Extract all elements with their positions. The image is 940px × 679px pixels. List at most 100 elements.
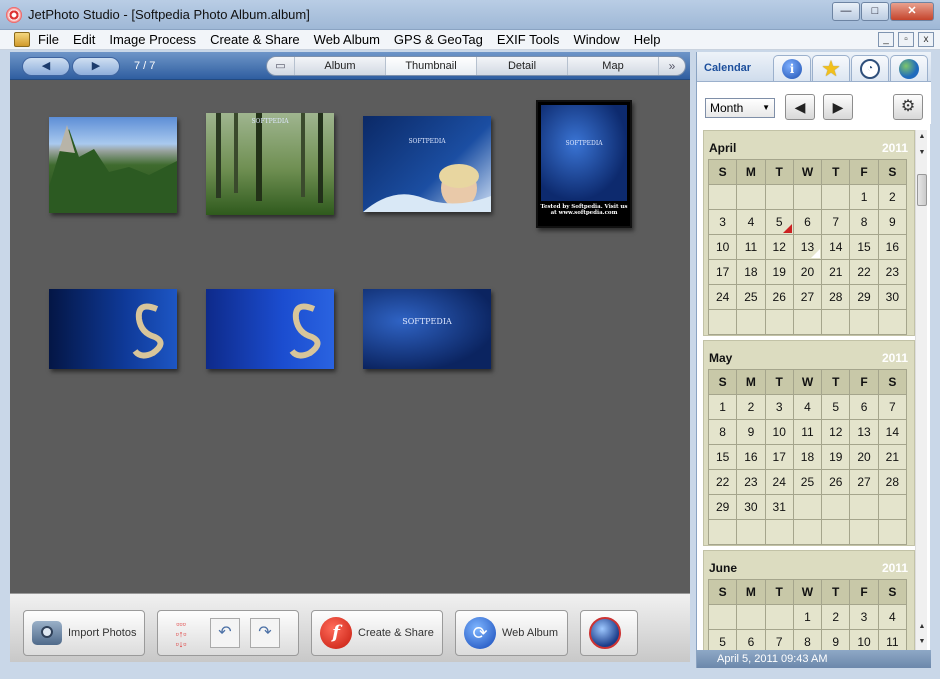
calendar-day[interactable]: 25 (736, 284, 766, 310)
calendar-day[interactable]: 8 (792, 629, 823, 650)
menu-edit[interactable]: Edit (73, 32, 95, 47)
calendar-day[interactable]: 26 (764, 284, 794, 310)
panel-toggle-icon[interactable]: ▭ (267, 57, 295, 75)
menu-file[interactable]: File (38, 32, 59, 47)
calendar-day[interactable]: 2 (877, 184, 908, 210)
calendar-day[interactable]: 5 (707, 629, 738, 650)
calendar-day[interactable]: 6 (736, 629, 766, 650)
calendar-day[interactable]: 5 (764, 209, 794, 235)
previous-album-button[interactable]: ◀ (22, 57, 70, 76)
calendar-day[interactable]: 8 (707, 419, 738, 445)
tab-detail[interactable]: Detail (477, 57, 568, 75)
calendar-day[interactable]: 11 (877, 629, 908, 650)
calendar-day[interactable]: 30 (877, 284, 908, 310)
photo-thumbnail[interactable] (49, 117, 177, 213)
calendar-day[interactable]: 25 (792, 469, 823, 495)
menu-help[interactable]: Help (634, 32, 661, 47)
calendar-day[interactable]: 21 (821, 259, 851, 285)
tab-calendar[interactable]: Calendar (704, 62, 751, 74)
calendar-day[interactable]: 4 (736, 209, 766, 235)
app-icon[interactable] (6, 7, 22, 23)
mdi-restore-button[interactable]: ▫ (898, 32, 914, 47)
calendar-day[interactable]: 3 (707, 209, 738, 235)
menu-create-share[interactable]: Create & Share (210, 32, 300, 47)
calendar-day[interactable]: 13 (849, 419, 879, 445)
calendar-day[interactable]: 3 (849, 604, 879, 630)
calendar-day[interactable]: 23 (877, 259, 908, 285)
calendar-day[interactable]: 5 (821, 394, 851, 420)
calendar-day[interactable]: 28 (877, 469, 908, 495)
calendar-view-select[interactable]: Month ▼ (705, 98, 775, 118)
calendar-day[interactable]: 22 (707, 469, 738, 495)
tab-thumbnail[interactable]: Thumbnail (386, 57, 477, 75)
timeline-tab[interactable]: ◔ (851, 55, 889, 81)
calendar-day[interactable]: 7 (877, 394, 908, 420)
scroll-down-arrow[interactable]: ▲ (916, 620, 928, 634)
calendar-day[interactable]: 1 (707, 394, 738, 420)
photo-thumbnail-selected[interactable]: SOFTPEDIA Tested by Softpedia. Visit us … (536, 100, 632, 228)
calendar-day[interactable]: 4 (792, 394, 823, 420)
calendar-day[interactable]: 1 (792, 604, 823, 630)
google-earth-button[interactable] (580, 610, 638, 656)
calendar-day[interactable]: 26 (821, 469, 851, 495)
calendar-day[interactable]: 13 (792, 234, 823, 260)
calendar-day[interactable]: 6 (792, 209, 823, 235)
next-album-button[interactable]: ▶ (72, 57, 120, 76)
sort-icon[interactable]: ▫▫▫ ▫↑▫ ▫↓▫ (166, 619, 196, 649)
calendar-day[interactable]: 20 (849, 444, 879, 470)
calendar-day[interactable]: 1 (849, 184, 879, 210)
calendar-day[interactable]: 10 (764, 419, 794, 445)
calendar-day[interactable]: 10 (849, 629, 879, 650)
menu-exif-tools[interactable]: EXIF Tools (497, 32, 560, 47)
next-period-button[interactable]: ▶ (823, 94, 853, 120)
calendar-day[interactable]: 19 (821, 444, 851, 470)
calendar-day[interactable]: 6 (849, 394, 879, 420)
rotate-left-icon[interactable]: ↶ (210, 618, 240, 648)
calendar-day[interactable]: 21 (877, 444, 908, 470)
calendar-day[interactable]: 2 (736, 394, 766, 420)
calendar-day[interactable]: 7 (764, 629, 794, 650)
calendar-day[interactable]: 4 (877, 604, 908, 630)
calendar-settings-button[interactable]: ⚙ (893, 94, 923, 120)
info-tab[interactable]: i (773, 55, 811, 81)
previous-period-button[interactable]: ◀ (785, 94, 815, 120)
calendar-day[interactable]: 11 (792, 419, 823, 445)
calendar-day[interactable]: 17 (707, 259, 738, 285)
calendar-scrollbar[interactable]: ▲ ▼ ▲ ▼ (915, 130, 927, 650)
import-photos-button[interactable]: Import Photos (23, 610, 145, 656)
calendar-day[interactable]: 30 (736, 494, 766, 520)
calendar-day[interactable]: 12 (764, 234, 794, 260)
calendar-day[interactable]: 16 (736, 444, 766, 470)
calendar-day[interactable]: 22 (849, 259, 879, 285)
create-share-button[interactable]: f Create & Share (311, 610, 443, 656)
calendar-day[interactable]: 16 (877, 234, 908, 260)
map-tab[interactable] (890, 55, 928, 81)
menu-window[interactable]: Window (573, 32, 619, 47)
tab-album[interactable]: Album (295, 57, 386, 75)
calendar-day[interactable]: 14 (821, 234, 851, 260)
favorites-tab[interactable]: ★ (812, 55, 850, 81)
photo-thumbnail[interactable]: SOFTPEDIA (363, 289, 491, 369)
menu-web-album[interactable]: Web Album (314, 32, 380, 47)
close-button[interactable]: ✕ (890, 2, 934, 21)
calendar-day[interactable]: 14 (877, 419, 908, 445)
calendar-day[interactable]: 24 (764, 469, 794, 495)
calendar-day[interactable]: 9 (736, 419, 766, 445)
document-icon[interactable] (14, 32, 30, 47)
menu-image-process[interactable]: Image Process (109, 32, 196, 47)
calendar-day[interactable]: 20 (792, 259, 823, 285)
calendar-day[interactable]: 27 (849, 469, 879, 495)
calendar-day[interactable]: 31 (764, 494, 794, 520)
scroll-up-arrow[interactable]: ▼ (916, 146, 928, 160)
calendar-day[interactable]: 18 (736, 259, 766, 285)
calendar-day[interactable]: 9 (821, 629, 851, 650)
web-album-button[interactable]: ⟳ Web Album (455, 610, 568, 656)
minimize-button[interactable]: — (832, 2, 860, 21)
calendar-day[interactable]: 28 (821, 284, 851, 310)
tab-map[interactable]: Map (568, 57, 659, 75)
mdi-minimize-button[interactable]: _ (878, 32, 894, 47)
photo-thumbnail[interactable] (206, 289, 334, 369)
calendar-day[interactable]: 10 (707, 234, 738, 260)
photo-thumbnail[interactable]: SOFTPEDIA (206, 113, 334, 215)
calendar-day[interactable]: 29 (707, 494, 738, 520)
